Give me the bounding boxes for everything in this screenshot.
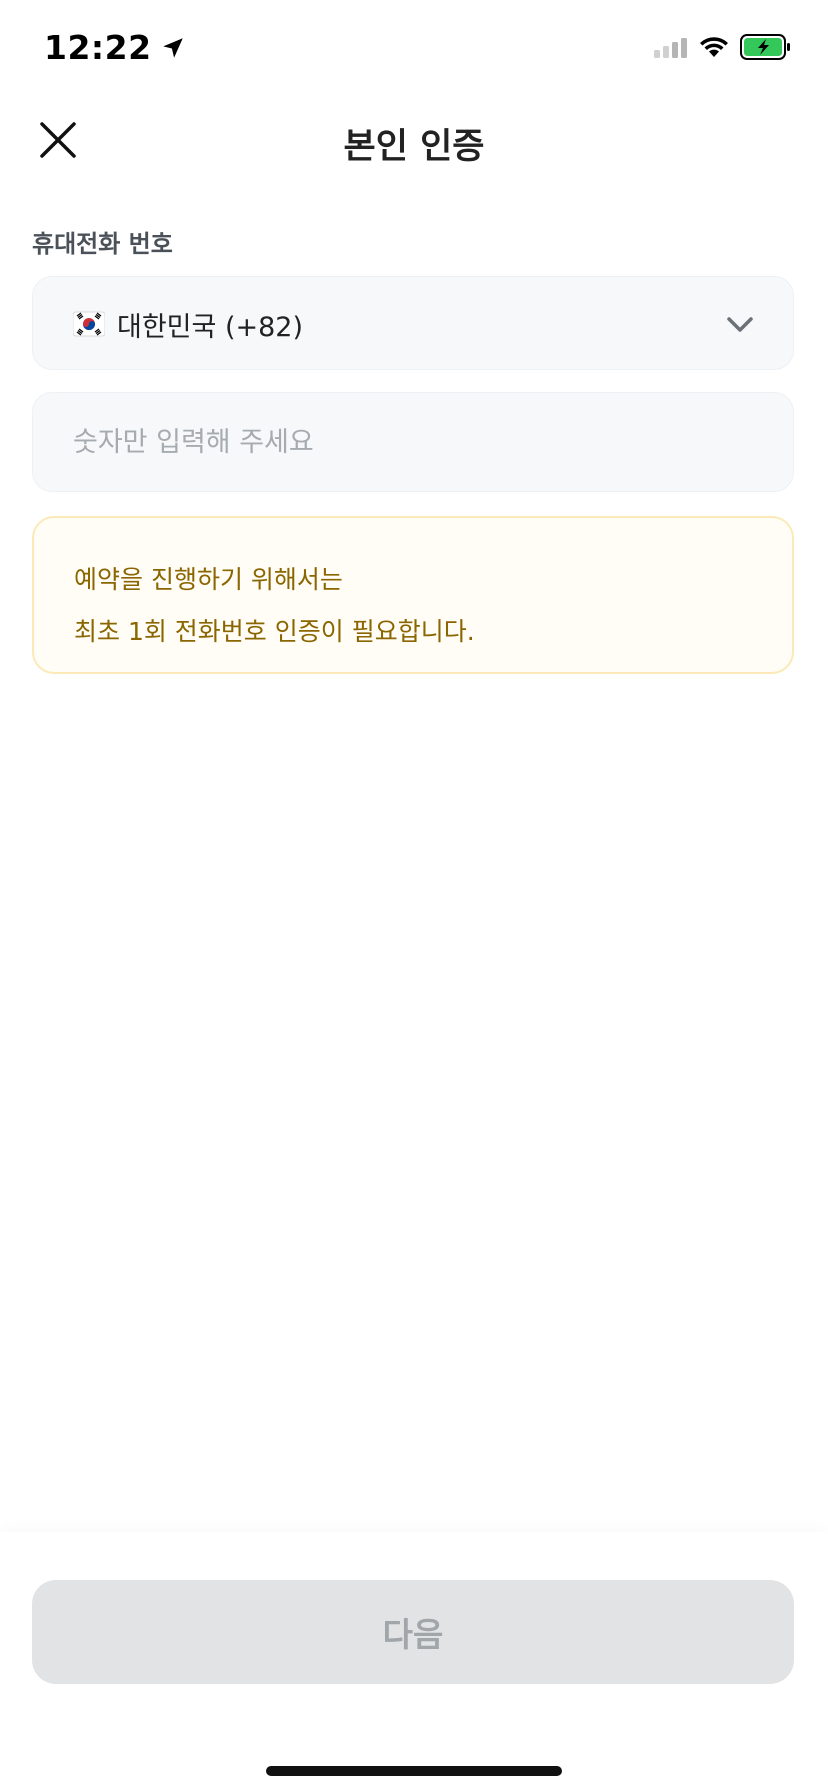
korea-flag-icon xyxy=(72,309,106,339)
wifi-icon xyxy=(698,35,730,63)
status-time-text: 12:22 xyxy=(44,28,152,67)
country-code-select[interactable]: 대한민국 (+82) xyxy=(32,276,794,370)
battery-charging-icon xyxy=(740,34,792,64)
cellular-signal-icon xyxy=(654,36,688,62)
status-icons xyxy=(654,34,792,64)
phone-number-label: 휴대전화 번호 xyxy=(32,230,173,258)
header: 본인 인증 xyxy=(0,100,828,180)
verification-notice: 예약을 진행하기 위해서는 최초 1회 전화번호 인증이 필요합니다. xyxy=(32,516,794,674)
status-bar: 12:22 xyxy=(0,0,828,100)
country-code-value: 대한민국 (+82) xyxy=(117,312,303,343)
phone-number-input[interactable] xyxy=(32,392,794,492)
location-arrow-icon xyxy=(160,35,186,61)
home-indicator xyxy=(266,1766,562,1776)
status-time: 12:22 xyxy=(44,28,186,67)
next-button[interactable]: 다음 xyxy=(32,1580,794,1684)
notice-line-2: 최초 1회 전화번호 인증이 필요합니다. xyxy=(74,617,475,646)
notice-line-1: 예약을 진행하기 위해서는 xyxy=(74,565,343,594)
chevron-down-icon xyxy=(723,307,757,345)
identity-verification-screen: 12:22 본인 인증 휴대전화 번호 대한민국 (+82) 숫자만 입력해 주… xyxy=(0,0,828,1792)
page-title: 본인 인증 xyxy=(343,127,485,167)
